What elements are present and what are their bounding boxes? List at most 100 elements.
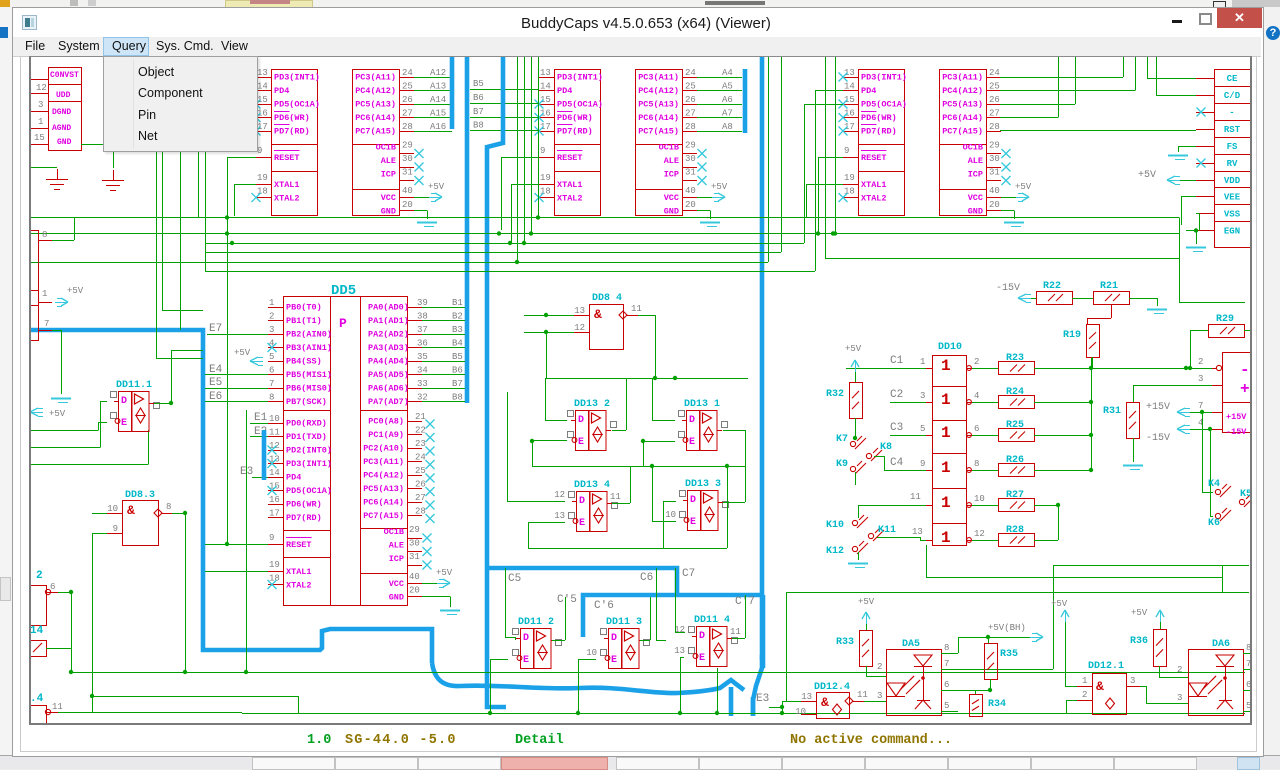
svg-text:28: 28 <box>402 122 413 132</box>
svg-text:+: + <box>1240 380 1250 398</box>
svg-text:A8: A8 <box>722 122 733 132</box>
svg-text:26: 26 <box>402 95 413 105</box>
svg-text:B6: B6 <box>452 366 463 376</box>
svg-text:E: E <box>699 653 705 664</box>
svg-text:E1: E1 <box>254 412 268 424</box>
svg-text:12: 12 <box>36 83 47 93</box>
svg-text:DD12.4: DD12.4 <box>814 682 850 693</box>
svg-text:7: 7 <box>44 319 49 329</box>
svg-text:10: 10 <box>795 707 806 717</box>
svg-text:8: 8 <box>166 502 171 512</box>
svg-text:37: 37 <box>417 325 428 335</box>
svg-text:FS: FS <box>1227 142 1238 152</box>
svg-text:.4: .4 <box>31 693 44 705</box>
svg-text:8: 8 <box>269 393 274 403</box>
svg-text:17: 17 <box>540 122 551 132</box>
svg-text:+5V(BH): +5V(BH) <box>988 623 1026 633</box>
svg-text:-: - <box>1240 361 1250 379</box>
svg-text:R33: R33 <box>836 637 854 648</box>
svg-text:R22: R22 <box>1043 281 1061 292</box>
svg-text:C'6: C'6 <box>594 600 614 612</box>
svg-text:28: 28 <box>415 507 426 517</box>
svg-text:11: 11 <box>730 627 741 637</box>
svg-text:VCC: VCC <box>381 193 396 203</box>
svg-text:20: 20 <box>409 586 420 596</box>
svg-text:-15V: -15V <box>1226 427 1247 437</box>
svg-text:PA3(AD3): PA3(AD3) <box>368 343 409 353</box>
svg-text:+5V: +5V <box>1138 170 1156 181</box>
svg-text:PC4(A12): PC4(A12) <box>638 86 679 96</box>
svg-text:13: 13 <box>257 68 268 78</box>
svg-text:PC4(A12): PC4(A12) <box>355 86 396 96</box>
svg-text:12: 12 <box>974 529 985 539</box>
svg-text:31: 31 <box>685 168 696 178</box>
svg-text:7: 7 <box>944 659 949 669</box>
svg-text:E: E <box>523 655 529 666</box>
svg-text:19: 19 <box>269 560 280 570</box>
svg-text:27: 27 <box>402 109 413 119</box>
svg-text:7: 7 <box>269 379 274 389</box>
svg-text:29: 29 <box>685 141 696 151</box>
svg-text:D: D <box>121 396 127 407</box>
svg-text:25: 25 <box>685 82 696 92</box>
svg-text:11: 11 <box>269 428 280 438</box>
svg-text:P: P <box>339 316 347 331</box>
svg-text:35: 35 <box>417 352 428 362</box>
svg-text:2: 2 <box>36 570 43 582</box>
svg-text:+5V: +5V <box>234 348 251 358</box>
svg-text:K10: K10 <box>826 520 844 531</box>
svg-text:11: 11 <box>52 702 63 712</box>
svg-text:PC7(A15): PC7(A15) <box>638 127 679 137</box>
svg-text:PB5(MIS1): PB5(MIS1) <box>286 370 332 380</box>
svg-text:RESET: RESET <box>274 153 300 163</box>
svg-text:16: 16 <box>257 109 268 119</box>
svg-text:26: 26 <box>685 95 696 105</box>
svg-text:D: D <box>689 415 695 426</box>
svg-text:9: 9 <box>540 146 545 156</box>
svg-text:E: E <box>579 518 585 529</box>
svg-text:17: 17 <box>844 122 855 132</box>
svg-text:R19: R19 <box>1063 330 1081 341</box>
svg-text:28: 28 <box>685 122 696 132</box>
svg-text:PD5(OC1A): PD5(OC1A) <box>286 486 332 496</box>
svg-text:27: 27 <box>989 109 1000 119</box>
svg-text:ALE: ALE <box>381 156 396 166</box>
svg-text:VCC: VCC <box>389 579 404 589</box>
svg-text:PD7(RD): PD7(RD) <box>274 127 310 137</box>
svg-text:XTAL1: XTAL1 <box>274 180 300 190</box>
svg-text:DD13 3: DD13 3 <box>685 479 721 490</box>
svg-text:A12: A12 <box>430 68 446 78</box>
svg-text:+5V: +5V <box>1051 599 1068 609</box>
svg-text:13: 13 <box>912 527 923 537</box>
svg-text:16: 16 <box>269 495 280 505</box>
svg-text:7: 7 <box>1198 401 1203 411</box>
svg-text:DD8 4: DD8 4 <box>592 293 622 304</box>
svg-text:PD4: PD4 <box>861 86 876 96</box>
svg-text:K4: K4 <box>1208 479 1220 490</box>
svg-text:DD12.1: DD12.1 <box>1088 661 1124 672</box>
svg-text:DD11.1: DD11.1 <box>116 380 152 391</box>
svg-text:UDD: UDD <box>56 91 71 100</box>
svg-text:7: 7 <box>1246 659 1250 669</box>
svg-text:PD6(WR): PD6(WR) <box>557 113 593 123</box>
svg-text:10: 10 <box>107 504 118 514</box>
svg-text:1: 1 <box>269 298 274 308</box>
svg-text:+5V: +5V <box>1015 182 1032 192</box>
svg-text:31: 31 <box>402 168 413 178</box>
svg-text:D: D <box>523 633 529 644</box>
svg-text:2: 2 <box>1177 665 1182 675</box>
svg-text:R34: R34 <box>988 699 1006 710</box>
svg-text:VSS: VSS <box>1224 210 1241 220</box>
svg-text:33: 33 <box>417 379 428 389</box>
svg-text:&: & <box>127 503 135 518</box>
svg-text:PA5(AD5): PA5(AD5) <box>368 370 409 380</box>
svg-text:XTAL1: XTAL1 <box>286 567 312 577</box>
svg-text:3: 3 <box>1198 374 1203 384</box>
svg-text:6: 6 <box>1246 680 1250 690</box>
svg-text:C7: C7 <box>682 568 695 580</box>
svg-text:OC1B: OC1B <box>963 143 983 153</box>
svg-text:PB7(SCK): PB7(SCK) <box>286 397 327 407</box>
svg-text:28: 28 <box>989 122 1000 132</box>
svg-text:4: 4 <box>974 391 979 401</box>
svg-text:27: 27 <box>685 109 696 119</box>
